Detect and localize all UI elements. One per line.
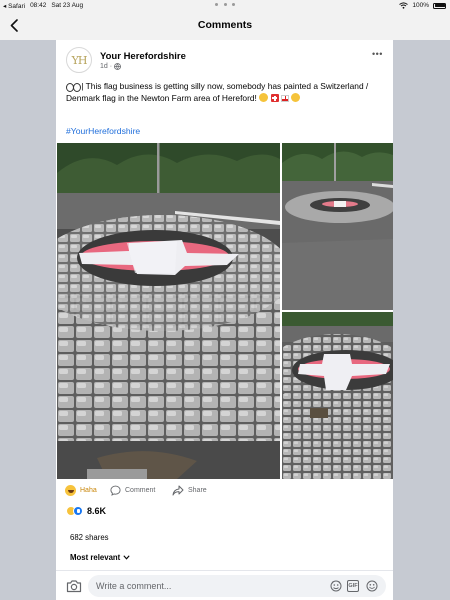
more-dots-icon[interactable]: ••• xyxy=(372,49,383,59)
post-actions: Haha Comment Share xyxy=(56,480,393,502)
battery-icon xyxy=(433,2,446,9)
nav-bar: Comments xyxy=(0,12,450,40)
globe-icon xyxy=(114,63,122,70)
status-date: Sat 23 Aug xyxy=(51,2,84,9)
post-meta: 1d · xyxy=(100,63,122,70)
laughing-emoji-icon xyxy=(291,93,301,103)
post-time[interactable]: 1d xyxy=(100,63,108,70)
back-to-app-link[interactable]: ◂ Safari xyxy=(3,2,25,10)
reaction-icons xyxy=(66,506,83,516)
comment-icon xyxy=(110,485,121,496)
share-count[interactable]: 682 shares xyxy=(70,533,109,542)
comment-box: GIF xyxy=(88,575,386,597)
post-body: | This flag business is getting silly no… xyxy=(66,81,369,104)
page-name-link[interactable]: Your Herefordshire xyxy=(100,51,186,62)
meta-separator: · xyxy=(109,63,113,70)
page-title: Comments xyxy=(197,19,253,31)
haha-button[interactable]: Haha xyxy=(65,485,97,496)
england-flag-icon xyxy=(280,95,289,103)
post-photo-flag-closeup[interactable] xyxy=(282,312,393,479)
hashtag-link[interactable]: #YourHerefordshire xyxy=(66,126,140,136)
post-text: | This flag business is getting silly no… xyxy=(66,80,386,105)
gif-icon[interactable]: GIF xyxy=(347,580,359,592)
like-reaction-icon xyxy=(73,506,83,516)
status-right: 100% xyxy=(399,2,446,9)
status-time: 08:42 xyxy=(30,2,47,9)
camera-button[interactable] xyxy=(66,579,82,593)
share-button[interactable]: Share xyxy=(172,485,207,496)
haha-label: Haha xyxy=(80,487,97,494)
post-photo-main[interactable] xyxy=(57,143,280,479)
battery-percent: 100% xyxy=(412,2,429,9)
facepalm-emoji-icon xyxy=(259,93,269,103)
haha-reaction-icon xyxy=(65,485,76,496)
comment-composer: GIF xyxy=(56,570,393,600)
share-icon xyxy=(172,485,184,496)
chevron-down-icon xyxy=(123,555,130,560)
comment-input[interactable] xyxy=(96,575,316,597)
comment-sort-dropdown[interactable]: Most relevant xyxy=(70,553,130,562)
reaction-count: 8.6K xyxy=(87,506,107,516)
right-backdrop xyxy=(393,40,450,600)
page-avatar[interactable]: YH xyxy=(66,47,92,73)
eyes-emoji-icon xyxy=(66,83,81,92)
switzerland-flag-icon xyxy=(270,94,279,103)
multitasking-dots[interactable] xyxy=(215,3,235,6)
comment-button[interactable]: Comment xyxy=(110,485,155,496)
post-photo-roundabout[interactable] xyxy=(282,143,393,310)
left-backdrop xyxy=(0,40,56,600)
reaction-summary[interactable]: 8.6K xyxy=(66,506,106,516)
comment-label: Comment xyxy=(125,487,156,494)
status-bar: ◂ Safari 08:42 Sat 23 Aug 100% xyxy=(0,0,450,12)
camera-icon xyxy=(66,580,82,593)
avatar-sticker-icon[interactable] xyxy=(330,580,342,592)
post-card: YH Your Herefordshire 1d · ••• | This fl… xyxy=(56,40,393,600)
status-left: ◂ Safari 08:42 Sat 23 Aug xyxy=(3,2,83,10)
comment-sort-label: Most relevant xyxy=(70,553,121,562)
emoji-icon[interactable] xyxy=(366,580,378,592)
share-label: Share xyxy=(188,487,207,494)
wifi-icon xyxy=(399,2,409,9)
